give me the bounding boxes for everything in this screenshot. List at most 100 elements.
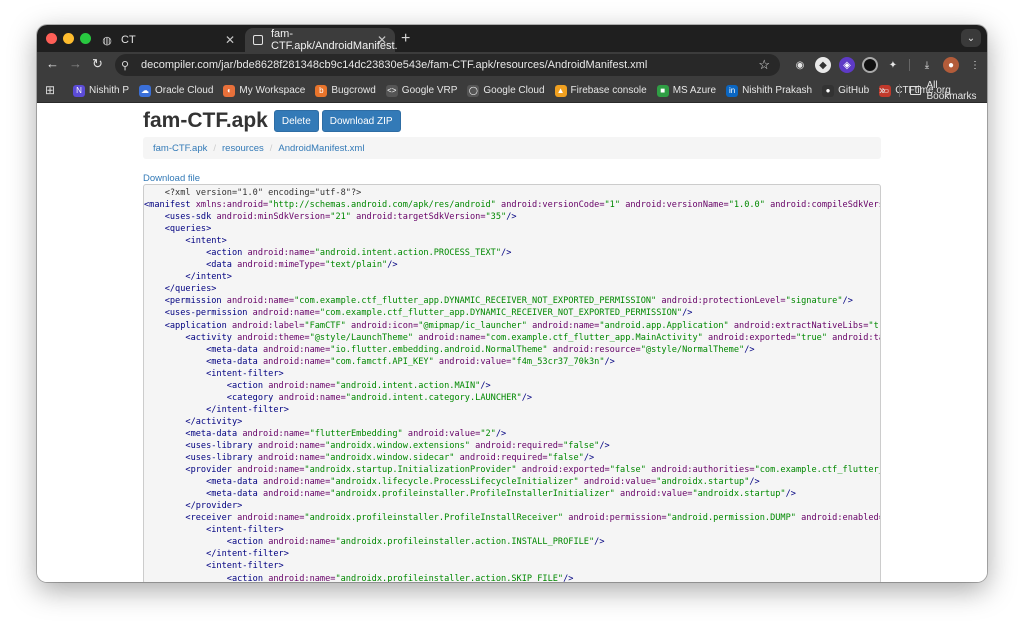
- breadcrumb-resources[interactable]: resources: [222, 143, 264, 154]
- bookmark-item[interactable]: ● GitHub: [822, 84, 869, 97]
- bookmark-favicon-icon: N: [73, 84, 85, 97]
- code-token-tag: <meta-data: [144, 428, 243, 439]
- all-bookmarks-button[interactable]: All Bookmarks: [910, 78, 987, 103]
- back-arrow-icon[interactable]: ←: [46, 56, 59, 71]
- bookmark-item[interactable]: ◐ My Workspace: [223, 84, 305, 97]
- bookmark-favicon-icon: b: [315, 84, 328, 97]
- code-token-val: "http://schemas.android.com/apk/res/andr…: [268, 200, 496, 211]
- code-token-attr: android:versionCode=: [495, 200, 605, 211]
- code-line: <intent-filter>: [144, 560, 880, 572]
- minimize-window-button[interactable]: [63, 33, 74, 44]
- bookmark-favicon-icon: ☁: [139, 84, 152, 97]
- code-line: <uses-permission android:name="com.examp…: [144, 307, 880, 319]
- code-token-val: "android.intent.action.MAIN": [335, 380, 481, 391]
- code-line: </activity>: [144, 416, 880, 428]
- code-token-attr: android:extractNativeLibs=: [728, 320, 869, 331]
- code-token-val: "35": [485, 212, 507, 223]
- code-token-tag: <intent-filter>: [144, 561, 284, 572]
- bookmark-item[interactable]: ▲ Firebase console: [554, 84, 647, 97]
- bookmark-item[interactable]: ◯ Google Cloud: [467, 84, 545, 97]
- download-file-link[interactable]: Download file: [143, 173, 200, 184]
- code-token-attr: android:required=: [469, 440, 564, 451]
- apps-grid-icon[interactable]: ⊞: [45, 83, 55, 97]
- forward-arrow-icon[interactable]: →: [69, 56, 82, 71]
- code-token-attr: android:name=: [226, 296, 295, 307]
- profile-avatar[interactable]: ●: [943, 57, 959, 73]
- url-text[interactable]: decompiler.com/jar/bde8628f281348cb9c14d…: [141, 59, 647, 71]
- bookmark-item[interactable]: in Nishith Prakash: [726, 84, 812, 97]
- code-token-tag: <category: [144, 392, 279, 403]
- bookmark-favicon-icon: <>: [385, 84, 398, 97]
- code-token-tag: </intent-filter>: [144, 549, 289, 560]
- bookmark-item[interactable]: <> Google VRP: [385, 84, 457, 97]
- code-token-val: "androidx.startup": [692, 489, 786, 500]
- close-window-button[interactable]: [46, 33, 57, 44]
- download-icon[interactable]: ⤓: [919, 57, 935, 73]
- code-token-attr: android:mimeType=: [237, 260, 326, 271]
- bookmark-item[interactable]: b Bugcrowd: [315, 84, 376, 97]
- bookmark-label: Nishith P: [89, 85, 130, 96]
- code-token-attr: android:targetSdkVersion=: [350, 212, 486, 223]
- code-token-tag: <action: [144, 573, 269, 583]
- new-tab-button[interactable]: +: [401, 30, 410, 48]
- code-token-val: "true: [868, 320, 880, 331]
- bookmark-item[interactable]: ☁ Oracle Cloud: [139, 84, 214, 97]
- bookmark-item[interactable]: N Nishith P: [73, 84, 130, 97]
- code-token-val: "false": [547, 453, 584, 464]
- code-token-attr: android:exported=: [516, 465, 610, 476]
- bookmark-label: Oracle Cloud: [155, 85, 214, 96]
- code-token-attr: android:permission=: [563, 513, 667, 524]
- breadcrumb: fam-CTF.apk / resources / AndroidManifes…: [143, 137, 881, 159]
- bookmark-star-icon[interactable]: ☆: [758, 57, 770, 73]
- wappalyzer-extension-icon[interactable]: ◈: [839, 57, 855, 73]
- breadcrumb-apk[interactable]: fam-CTF.apk: [153, 143, 207, 154]
- code-line: </queries>: [144, 283, 880, 295]
- code-token-tag: />: [599, 440, 610, 451]
- code-line: <action android:name="androidx.profilein…: [144, 536, 880, 548]
- reload-icon[interactable]: ↻: [92, 56, 103, 72]
- code-token-val: "androidx.profileinstaller.action.SKIP_F…: [335, 573, 564, 583]
- site-info-icon[interactable]: ⚲: [121, 59, 141, 72]
- code-line: <action android:name="android.intent.act…: [144, 380, 880, 392]
- code-token-tag: <action: [144, 380, 269, 391]
- zoom-window-button[interactable]: [80, 33, 91, 44]
- code-token-val: "@mipmap/ic_launcher": [418, 320, 527, 331]
- code-viewer[interactable]: <?xml version="1.0" encoding="utf-8"?> <m…: [143, 184, 881, 582]
- code-token-tag: />: [506, 212, 517, 223]
- address-bar[interactable]: ⚲ decompiler.com/jar/bde8628f281348cb9c1…: [115, 54, 780, 76]
- code-token-val: "f4m_53cr37_70k3n": [511, 356, 605, 367]
- code-token-val: "androidx.window.sidecar": [325, 453, 455, 464]
- code-token-val: "flutterEmbedding": [309, 428, 403, 439]
- code-token-tag: />: [682, 308, 693, 319]
- breadcrumb-current-file[interactable]: AndroidManifest.xml: [278, 143, 364, 154]
- code-token-val: "androidx.lifecycle.ProcessLifecycleInit…: [330, 477, 579, 488]
- camera-extension-icon[interactable]: ◉: [792, 57, 808, 73]
- record-extension-icon[interactable]: [862, 57, 878, 73]
- code-token-tag: <receiver: [144, 513, 238, 524]
- more-menu-icon[interactable]: ⋮: [967, 57, 983, 73]
- code-line: <meta-data android:name="androidx.profil…: [144, 488, 880, 500]
- code-line: <manifest xmlns:android="http://schemas.…: [144, 199, 880, 211]
- more-bookmarks-chevron-icon[interactable]: »: [879, 83, 886, 97]
- code-token-tag: </intent-filter>: [144, 404, 289, 415]
- code-token-val: "@style/LaunchTheme": [309, 332, 414, 343]
- bookmark-label: Google Cloud: [483, 85, 545, 96]
- close-tab-icon[interactable]: ✕: [377, 33, 387, 47]
- extensions-puzzle-icon[interactable]: ✦: [885, 57, 901, 73]
- bookmark-item[interactable]: ■ MS Azure: [656, 84, 716, 97]
- code-token-tag: />: [583, 453, 595, 464]
- code-line: </intent-filter>: [144, 548, 880, 560]
- code-line: <activity android:theme="@style/LaunchTh…: [144, 332, 880, 344]
- tab-ct[interactable]: ◍ CT ✕: [93, 28, 243, 52]
- code-token-val: "androidx.startup.InitializationProvider…: [304, 465, 517, 476]
- code-token-attr: android:task: [832, 332, 880, 343]
- code-line: <uses-sdk android:minSdkVersion="21" and…: [144, 211, 880, 223]
- code-token-tag: />: [501, 248, 512, 259]
- delete-button[interactable]: Delete: [273, 110, 319, 132]
- close-tab-icon[interactable]: ✕: [225, 33, 235, 47]
- shield-extension-icon[interactable]: ◆: [815, 57, 831, 73]
- code-token-tag: <queries>: [144, 224, 212, 235]
- tab-android-manifest[interactable]: fam-CTF.apk/AndroidManifest. ✕: [245, 28, 398, 52]
- tab-search-button[interactable]: ⌄: [961, 29, 981, 47]
- download-zip-button[interactable]: Download ZIP: [321, 110, 401, 132]
